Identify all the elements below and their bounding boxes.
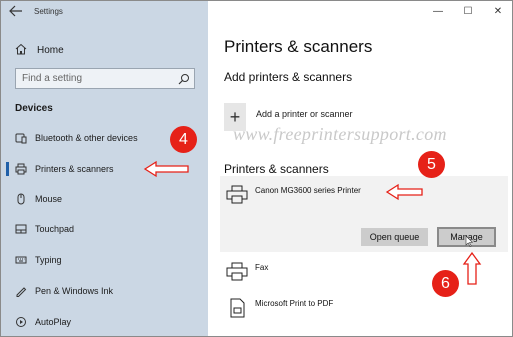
arrow-6 (462, 251, 482, 285)
step-4-badge: 4 (170, 126, 197, 153)
arrow-4 (143, 160, 189, 178)
step-6-badge: 6 (432, 270, 459, 297)
step-5-badge: 5 (418, 151, 445, 178)
arrow-5 (385, 183, 423, 201)
